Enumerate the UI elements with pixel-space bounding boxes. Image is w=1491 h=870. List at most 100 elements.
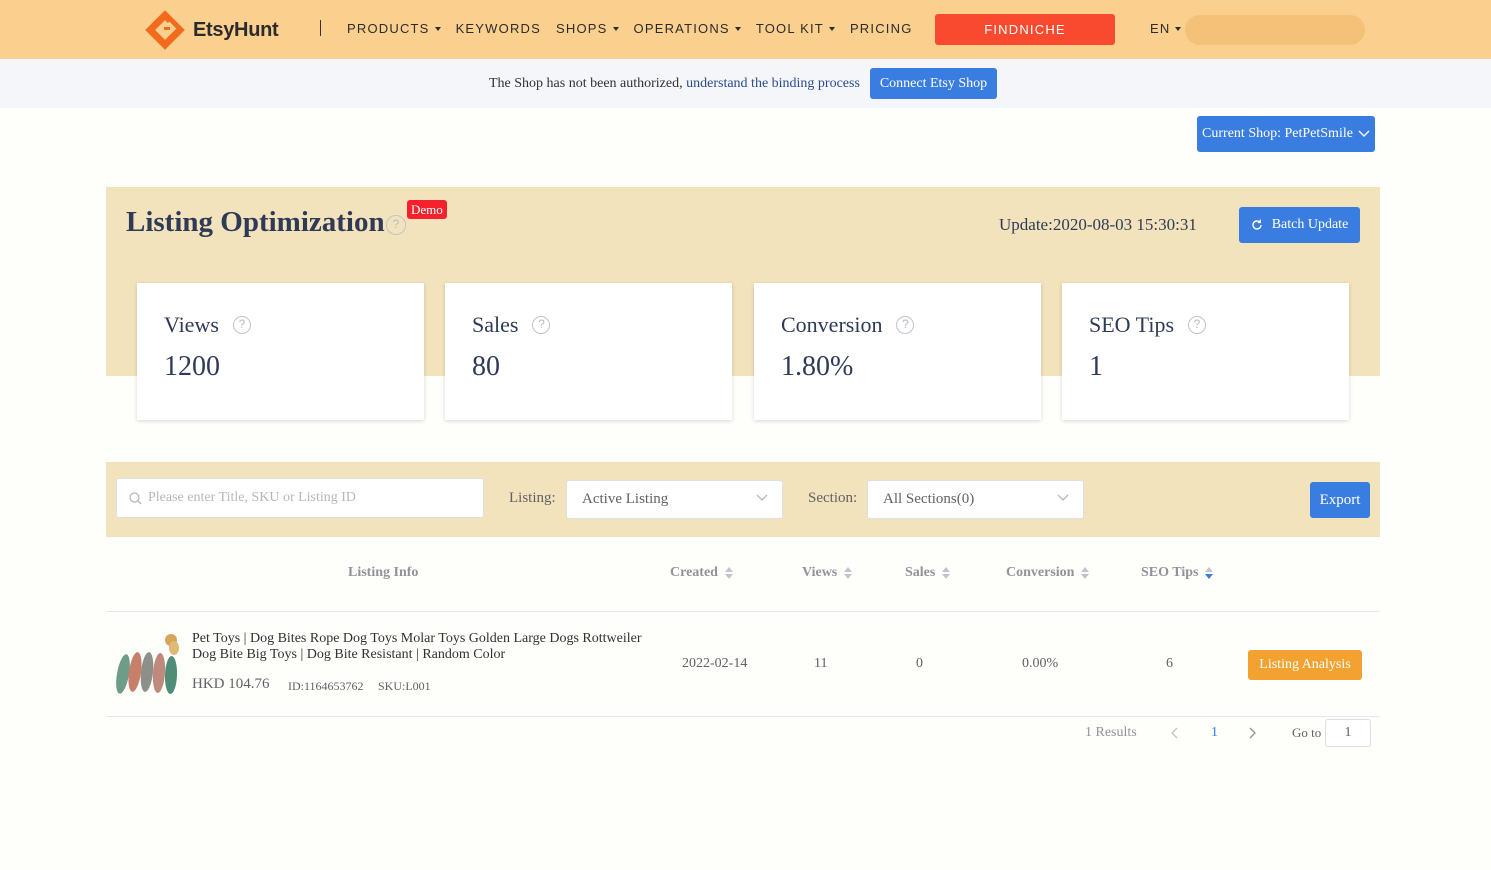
nav-pricing[interactable]: PRICING — [850, 21, 913, 36]
chevron-down-icon — [1358, 130, 1370, 137]
language-label: EN — [1150, 21, 1171, 36]
listing-analysis-button[interactable]: Listing Analysis — [1248, 650, 1362, 680]
current-shop-label: Current Shop: PetPetSmile — [1202, 126, 1353, 141]
nav-tool-kit[interactable]: TOOL KIT — [756, 21, 835, 36]
etsyhunt-logo-icon — [143, 8, 187, 52]
prev-page-icon[interactable] — [1171, 727, 1179, 744]
export-button[interactable]: Export — [1310, 482, 1370, 518]
sort-icon-active[interactable] — [1205, 567, 1214, 579]
batch-update-button[interactable]: Batch Update — [1239, 207, 1360, 243]
listing-filter-label: Listing: — [509, 490, 556, 506]
help-icon[interactable]: ? — [532, 316, 551, 334]
seo-tips-card: SEO Tips? 1 — [1062, 283, 1349, 420]
card-label: SEO Tips — [1089, 312, 1175, 337]
nav-label: PRODUCTS — [347, 21, 430, 36]
card-label: Views — [164, 312, 219, 337]
chevron-down-icon — [756, 494, 768, 501]
listing-sku: SKU:L001 — [378, 679, 431, 693]
search-box — [116, 478, 484, 518]
page-title: Listing Optimization — [126, 206, 385, 238]
chevron-down-icon — [1057, 494, 1069, 501]
caret-down-icon — [1175, 26, 1182, 31]
nav-shops[interactable]: SHOPS — [556, 21, 619, 36]
nav-label: KEYWORDS — [455, 21, 542, 36]
refresh-icon — [1252, 219, 1262, 230]
header-label: Sales — [905, 565, 936, 580]
sort-icon[interactable] — [724, 567, 733, 579]
column-header-listing-info: Listing Info — [348, 565, 419, 580]
views-card: Views? 1200 — [137, 283, 424, 420]
user-account-pill[interactable] — [1185, 15, 1365, 45]
header-label: Conversion — [1006, 565, 1075, 580]
sort-icon[interactable] — [1081, 567, 1090, 579]
search-input[interactable] — [148, 490, 468, 506]
notice-text: The Shop has not been authorized, — [489, 76, 687, 91]
logo[interactable]: EtsyHunt — [143, 8, 279, 52]
nav-products[interactable]: PRODUCTS — [347, 21, 441, 36]
sort-icon[interactable] — [844, 567, 853, 579]
cell-created: 2022-02-14 — [682, 656, 748, 671]
column-header-sales[interactable]: Sales — [905, 565, 951, 581]
authorization-notice: The Shop has not been authorized, unders… — [489, 76, 860, 92]
column-header-views[interactable]: Views — [802, 565, 853, 581]
listing-id: ID:1164653762 — [288, 679, 364, 693]
demo-badge: Demo — [407, 200, 447, 219]
pagination-page[interactable]: 1 — [1211, 725, 1218, 741]
header-label: Views — [802, 565, 838, 580]
goto-page-input[interactable] — [1325, 719, 1371, 747]
goto-label: Go to — [1292, 725, 1322, 740]
cell-sales: 0 — [916, 656, 923, 671]
nav-label: TOOL KIT — [755, 21, 824, 36]
caret-down-icon — [434, 26, 441, 31]
listing-title[interactable]: Pet Toys | Dog Bites Rope Dog Toys Molar… — [192, 631, 652, 663]
listing-status-value: Active Listing — [582, 491, 669, 507]
caret-down-icon — [734, 26, 741, 31]
logo-text: EtsyHunt — [193, 18, 279, 41]
caret-down-icon — [612, 26, 619, 31]
header-label: SEO Tips — [1141, 565, 1199, 580]
language-selector[interactable]: EN — [1150, 21, 1182, 36]
card-value: 80 — [472, 351, 500, 382]
column-header-created[interactable]: Created — [670, 565, 733, 581]
nav-label: PRICING — [849, 21, 913, 36]
table-divider — [106, 611, 1380, 612]
next-page-icon[interactable] — [1248, 727, 1256, 744]
card-value: 1 — [1089, 351, 1103, 382]
help-icon[interactable]: ? — [896, 316, 915, 334]
cell-conversion: 0.00% — [1022, 656, 1059, 671]
nav-divider — [320, 20, 321, 36]
help-icon[interactable]: ? — [1188, 316, 1207, 334]
card-label: Sales — [472, 312, 519, 337]
card-value: 1200 — [164, 351, 220, 382]
conversion-card: Conversion? 1.80% — [754, 283, 1041, 420]
nav-label: SHOPS — [556, 21, 608, 36]
sort-icon[interactable] — [942, 567, 951, 579]
batch-update-label: Batch Update — [1271, 217, 1349, 232]
product-thumbnail[interactable] — [113, 632, 183, 698]
section-select[interactable]: All Sections(0) — [867, 480, 1084, 519]
findniche-button[interactable]: FINDNICHE — [935, 14, 1115, 45]
table-divider — [106, 716, 1380, 717]
nav-label: OPERATIONS — [633, 21, 730, 36]
search-icon — [129, 491, 142, 504]
cell-views: 11 — [814, 656, 828, 671]
column-header-seo-tips[interactable]: SEO Tips — [1141, 565, 1214, 581]
caret-down-icon — [828, 26, 835, 31]
binding-process-link[interactable]: understand the binding process — [686, 76, 860, 91]
main-nav: PRODUCTS KEYWORDS SHOPS OPERATIONS TOOL … — [347, 21, 928, 36]
section-value: All Sections(0) — [883, 491, 975, 507]
sales-card: Sales? 80 — [445, 283, 732, 420]
cell-seo-tips: 6 — [1166, 656, 1173, 671]
help-icon[interactable]: ? — [386, 215, 406, 235]
header-label: Created — [670, 565, 718, 580]
connect-etsy-shop-button[interactable]: Connect Etsy Shop — [870, 68, 997, 99]
nav-operations[interactable]: OPERATIONS — [634, 21, 741, 36]
section-filter-label: Section: — [808, 490, 858, 506]
listing-status-select[interactable]: Active Listing — [566, 480, 783, 519]
listing-price: HKD 104.76 — [192, 676, 270, 692]
help-icon[interactable]: ? — [232, 316, 251, 334]
update-timestamp: Update:2020-08-03 15:30:31 — [999, 215, 1197, 234]
nav-keywords[interactable]: KEYWORDS — [456, 21, 541, 36]
column-header-conversion[interactable]: Conversion — [1006, 565, 1090, 581]
current-shop-dropdown[interactable]: Current Shop: PetPetSmile — [1197, 116, 1375, 152]
